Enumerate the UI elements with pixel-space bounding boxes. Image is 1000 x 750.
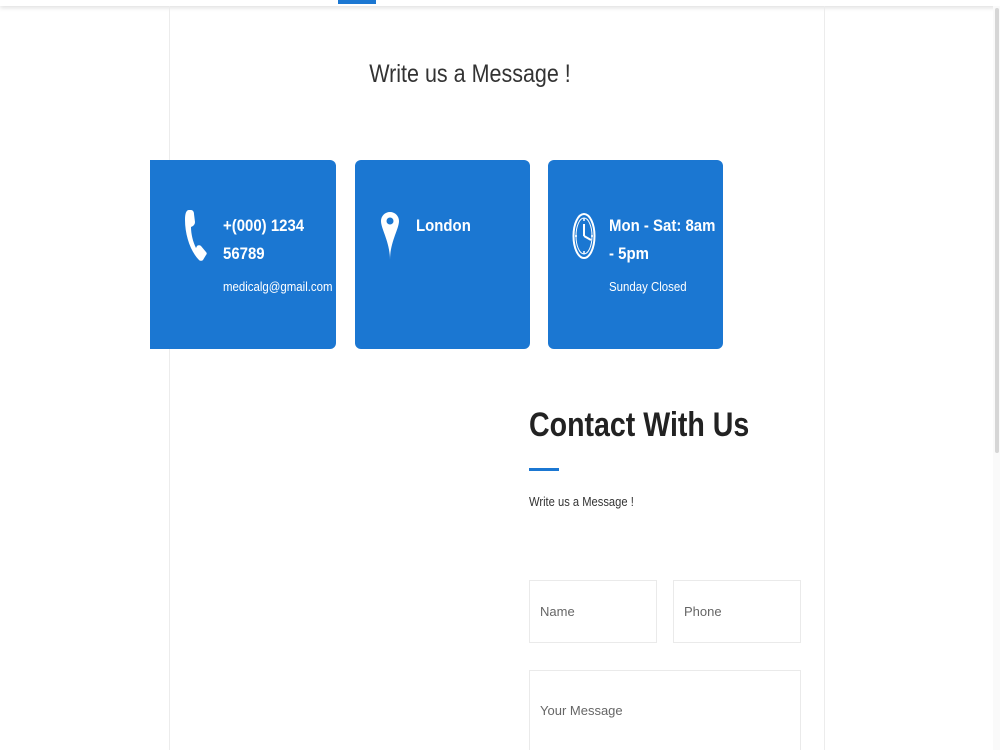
- info-card-phone: +(000) 1234 56789 medicalg@gmail.com: [150, 160, 336, 349]
- message-textarea[interactable]: [529, 670, 801, 750]
- top-nav-bar: [0, 0, 1000, 6]
- phone-icon: [185, 208, 207, 267]
- container-border-right: [824, 6, 825, 750]
- phone-number-line2: 56789: [223, 244, 265, 263]
- contact-title-divider: [529, 468, 559, 471]
- phone-number-line1: +(000) 1234: [223, 216, 305, 235]
- contact-subtitle: Write us a Message !: [529, 494, 634, 509]
- info-card-location: London: [355, 160, 530, 349]
- hours-line1: Mon - Sat: 8am: [609, 216, 716, 235]
- contact-page: Write us a Message ! +(000) 1234 56789 m…: [0, 0, 1000, 750]
- closed-note: Sunday Closed: [609, 279, 687, 294]
- email-address: medicalg@gmail.com: [223, 279, 333, 294]
- phone-input[interactable]: [673, 580, 801, 643]
- name-input[interactable]: [529, 580, 657, 643]
- scrollbar-thumb[interactable]: [995, 8, 999, 453]
- clock-icon: [572, 212, 596, 265]
- info-card-hours: Mon - Sat: 8am - 5pm Sunday Closed: [548, 160, 723, 349]
- section-heading: Write us a Message !: [369, 60, 571, 88]
- container-border-left: [169, 6, 170, 750]
- location-name-line1: London: [416, 216, 471, 235]
- hours-line2: - 5pm: [609, 244, 649, 263]
- phone-number: +(000) 1234 56789: [223, 212, 304, 268]
- location-name: London: [416, 212, 471, 240]
- active-nav-indicator: [338, 0, 376, 4]
- map-pin-icon: [381, 212, 399, 265]
- contact-title: Contact With Us: [529, 406, 750, 444]
- hours-text: Mon - Sat: 8am - 5pm: [609, 212, 715, 268]
